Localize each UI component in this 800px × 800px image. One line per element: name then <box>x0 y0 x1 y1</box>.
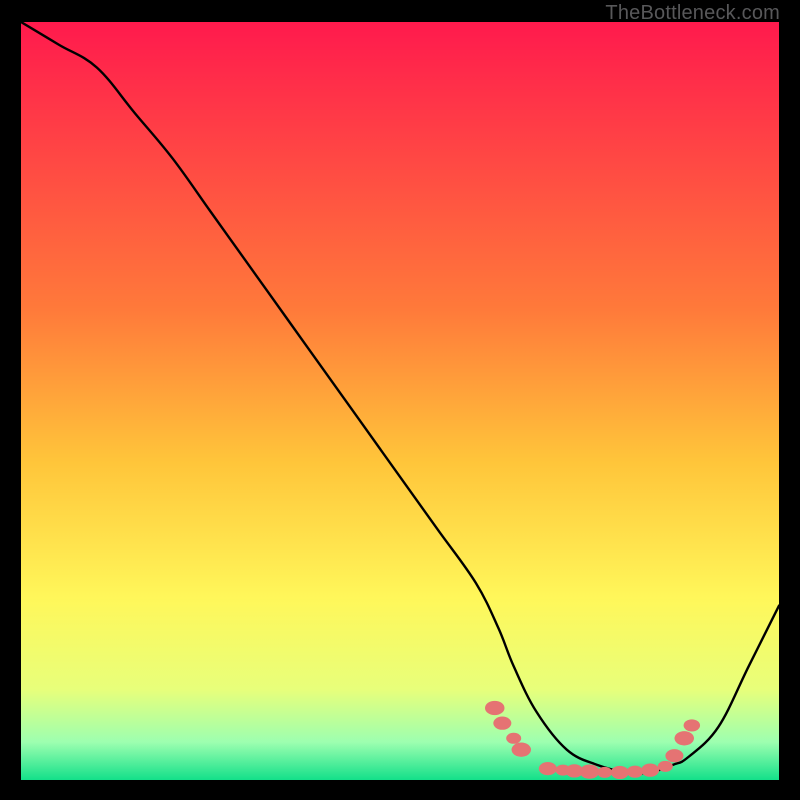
data-marker <box>493 717 511 730</box>
data-marker <box>506 733 521 744</box>
data-marker <box>675 731 695 745</box>
data-marker <box>580 765 600 779</box>
plot-area <box>21 22 779 780</box>
data-marker <box>665 749 683 762</box>
data-marker <box>611 766 629 779</box>
gradient-background <box>21 22 779 780</box>
data-marker <box>539 762 557 775</box>
data-marker <box>512 743 532 757</box>
data-marker <box>658 761 673 772</box>
data-marker <box>684 719 701 731</box>
plot-svg <box>21 22 779 780</box>
data-marker <box>597 767 612 778</box>
data-marker <box>485 701 505 715</box>
data-marker <box>641 764 659 777</box>
chart-frame: TheBottleneck.com <box>0 0 800 800</box>
data-marker <box>627 766 644 778</box>
